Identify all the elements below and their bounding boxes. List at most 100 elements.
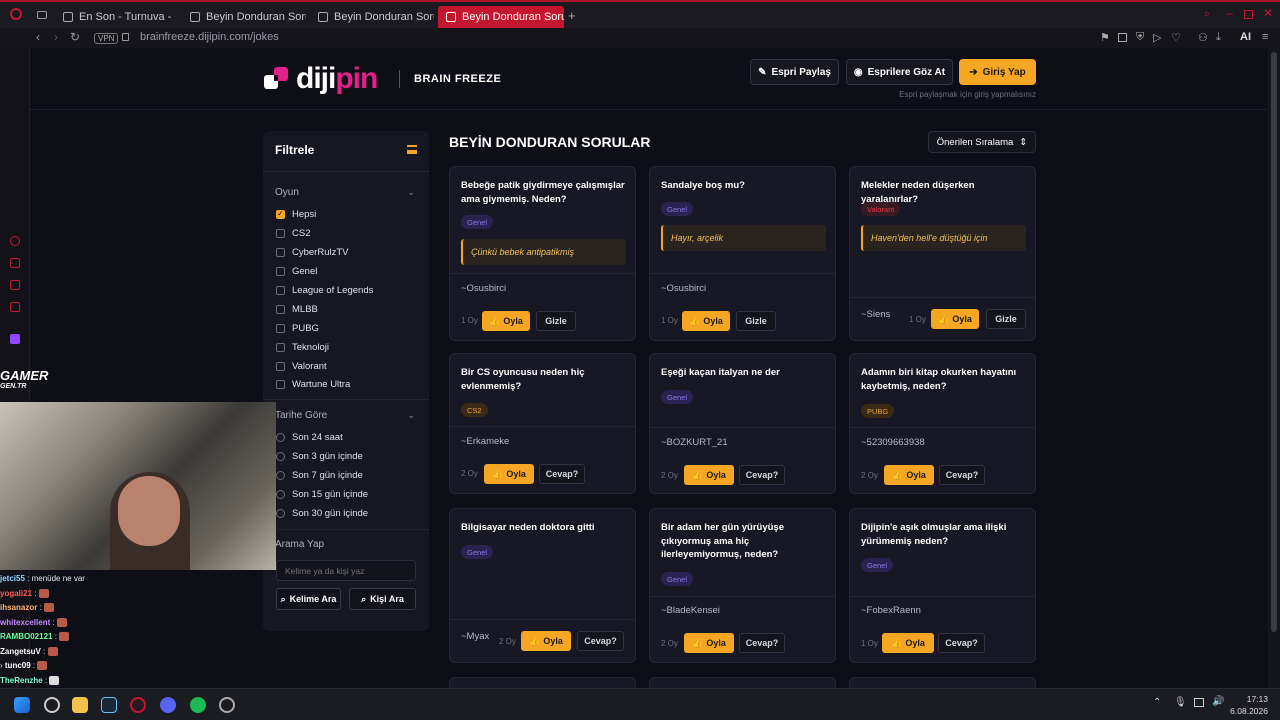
play-icon[interactable]: ▷: [1153, 31, 1161, 44]
minimize-icon[interactable]: –: [1226, 6, 1233, 20]
workspaces-icon[interactable]: [37, 11, 47, 19]
microphone-icon[interactable]: 🎙: [1174, 697, 1187, 708]
checkbox-icon[interactable]: [276, 304, 285, 314]
bag-icon[interactable]: [10, 258, 20, 268]
tag-badge[interactable]: Valorant: [861, 202, 901, 216]
display-icon[interactable]: [1194, 698, 1204, 707]
game-section-title[interactable]: Oyun: [275, 187, 299, 198]
joke-author[interactable]: ~BladeKensei: [661, 605, 720, 616]
close-window-icon[interactable]: ✕: [1263, 6, 1273, 20]
search-tabs-icon[interactable]: ⌕: [1204, 8, 1210, 21]
reload-icon[interactable]: ↻: [70, 30, 80, 44]
tag-badge[interactable]: PUBG: [861, 404, 895, 418]
person-search-button[interactable]: ⌕ Kişi Ara: [349, 588, 416, 610]
windows-start-icon[interactable]: [14, 697, 30, 713]
dijipin-logo-icon[interactable]: [262, 65, 290, 93]
filter-date-24h[interactable]: Son 24 saat: [276, 430, 343, 444]
vote-button[interactable]: 👍 Oyla: [684, 465, 734, 485]
answer-button[interactable]: Cevap?: [577, 631, 624, 651]
filter-date-15d[interactable]: Son 15 gün içinde: [276, 487, 368, 501]
filter-game-valorant[interactable]: Valorant: [276, 359, 327, 373]
checkbox-icon[interactable]: [276, 247, 285, 257]
tag-badge[interactable]: Genel: [461, 215, 494, 229]
filter-game-cyberrulztv[interactable]: CyberRulzTV: [276, 245, 349, 259]
page-scrollbar[interactable]: [1268, 48, 1280, 688]
tray-chevron-icon[interactable]: ⌃: [1153, 697, 1161, 708]
filter-date-7d[interactable]: Son 7 gün içinde: [276, 468, 363, 482]
discord-icon[interactable]: [160, 697, 176, 713]
vpn-badge[interactable]: VPN: [94, 32, 119, 44]
answer-button[interactable]: Cevap?: [739, 633, 785, 653]
vote-button[interactable]: 👍 Oyla: [484, 464, 534, 484]
filter-game-mlbb[interactable]: MLBB: [276, 302, 318, 316]
tag-badge[interactable]: CS2: [461, 403, 488, 417]
vote-button[interactable]: 👍 Oyla: [482, 311, 530, 331]
checkbox-icon[interactable]: [276, 379, 285, 389]
share-joke-button[interactable]: ✎ Espri Paylaş: [750, 59, 839, 85]
menu-icon[interactable]: ≡: [1262, 31, 1268, 43]
checkbox-icon[interactable]: [276, 228, 285, 238]
vote-button[interactable]: 👍 Oyla: [884, 465, 934, 485]
chevron-down-icon[interactable]: ⌄: [407, 410, 415, 421]
filter-game-genel[interactable]: Genel: [276, 264, 317, 278]
opera-gx-icon[interactable]: [130, 697, 146, 713]
answer-button[interactable]: Cevap?: [938, 633, 985, 653]
hide-button[interactable]: Gizle: [736, 311, 776, 331]
opera-icon[interactable]: [10, 8, 22, 20]
filter-game-hepsi[interactable]: ✓ Hepsi: [276, 207, 316, 221]
joke-author[interactable]: ~Erkameke: [461, 436, 509, 447]
radio-icon[interactable]: [276, 432, 285, 442]
filter-date-30d[interactable]: Son 30 gün içinde: [276, 506, 368, 520]
checkbox-icon[interactable]: [276, 361, 285, 371]
answer-button[interactable]: Cevap?: [539, 464, 585, 484]
spotify-icon[interactable]: [190, 697, 206, 713]
lock-icon[interactable]: [122, 33, 129, 41]
account-icon[interactable]: ⚇: [1198, 31, 1208, 44]
radio-icon[interactable]: [276, 489, 285, 499]
tag-badge[interactable]: Genel: [661, 390, 694, 404]
vote-button[interactable]: 👍 Oyla: [521, 631, 571, 651]
bookmark-icon[interactable]: ⚑: [1100, 31, 1110, 44]
chevron-down-icon[interactable]: ⌄: [407, 187, 415, 198]
filter-game-cs2[interactable]: CS2: [276, 226, 310, 240]
file-explorer-icon[interactable]: [72, 697, 88, 713]
joke-author[interactable]: ~52309663938: [861, 437, 925, 448]
twitch-icon[interactable]: [10, 334, 20, 344]
whatsapp-icon[interactable]: [10, 302, 20, 312]
filter-game-teknoloji[interactable]: Teknoloji: [276, 340, 329, 354]
joke-author[interactable]: ~FobexRaenn: [861, 605, 921, 616]
filter-game-pubg[interactable]: PUBG: [276, 321, 319, 335]
vote-button[interactable]: 👍 Oyla: [882, 633, 934, 653]
joke-author[interactable]: ~Myax: [461, 631, 489, 642]
answer-button[interactable]: Cevap?: [739, 465, 785, 485]
tab-brainfreeze-1[interactable]: Beyin Donduran Sorular | D: [182, 6, 306, 28]
joke-author[interactable]: ~Osusbirci: [461, 283, 506, 294]
radio-icon[interactable]: [276, 508, 285, 518]
vote-button[interactable]: 👍 Oyla: [931, 309, 979, 329]
browse-jokes-button[interactable]: ◉ Esprilere Göz At: [846, 59, 953, 85]
snapshot-icon[interactable]: [1118, 33, 1127, 42]
tag-badge[interactable]: Genel: [661, 202, 694, 216]
sort-dropdown[interactable]: Önerilen Sıralama ⇕: [928, 131, 1036, 153]
checkbox-icon[interactable]: [276, 285, 285, 295]
logo-wordmark[interactable]: dijipin: [296, 62, 378, 96]
checkbox-checked-icon[interactable]: ✓: [276, 209, 285, 219]
history-icon[interactable]: [10, 236, 20, 246]
joke-author[interactable]: ~Siens: [861, 309, 890, 320]
checkbox-icon[interactable]: [276, 266, 285, 276]
new-tab-icon[interactable]: +: [568, 8, 576, 23]
volume-icon[interactable]: 🔊: [1212, 696, 1224, 707]
filter-date-3d[interactable]: Son 3 gün içinde: [276, 449, 363, 463]
checkbox-icon[interactable]: [276, 323, 285, 333]
steam-icon[interactable]: [101, 697, 117, 713]
answer-button[interactable]: Cevap?: [939, 465, 985, 485]
back-icon[interactable]: ‹: [36, 30, 40, 44]
checkbox-icon[interactable]: [276, 342, 285, 352]
taskbar-clock[interactable]: 17:13 6.08.2026: [1230, 693, 1268, 717]
messenger-icon[interactable]: [10, 280, 20, 290]
joke-author[interactable]: ~Osusbirci: [661, 283, 706, 294]
tag-badge[interactable]: Genel: [461, 545, 494, 559]
date-section-title[interactable]: Tarihe Göre: [275, 410, 327, 421]
search-input[interactable]: [276, 560, 416, 581]
shield-icon[interactable]: ⛨: [1136, 31, 1144, 44]
